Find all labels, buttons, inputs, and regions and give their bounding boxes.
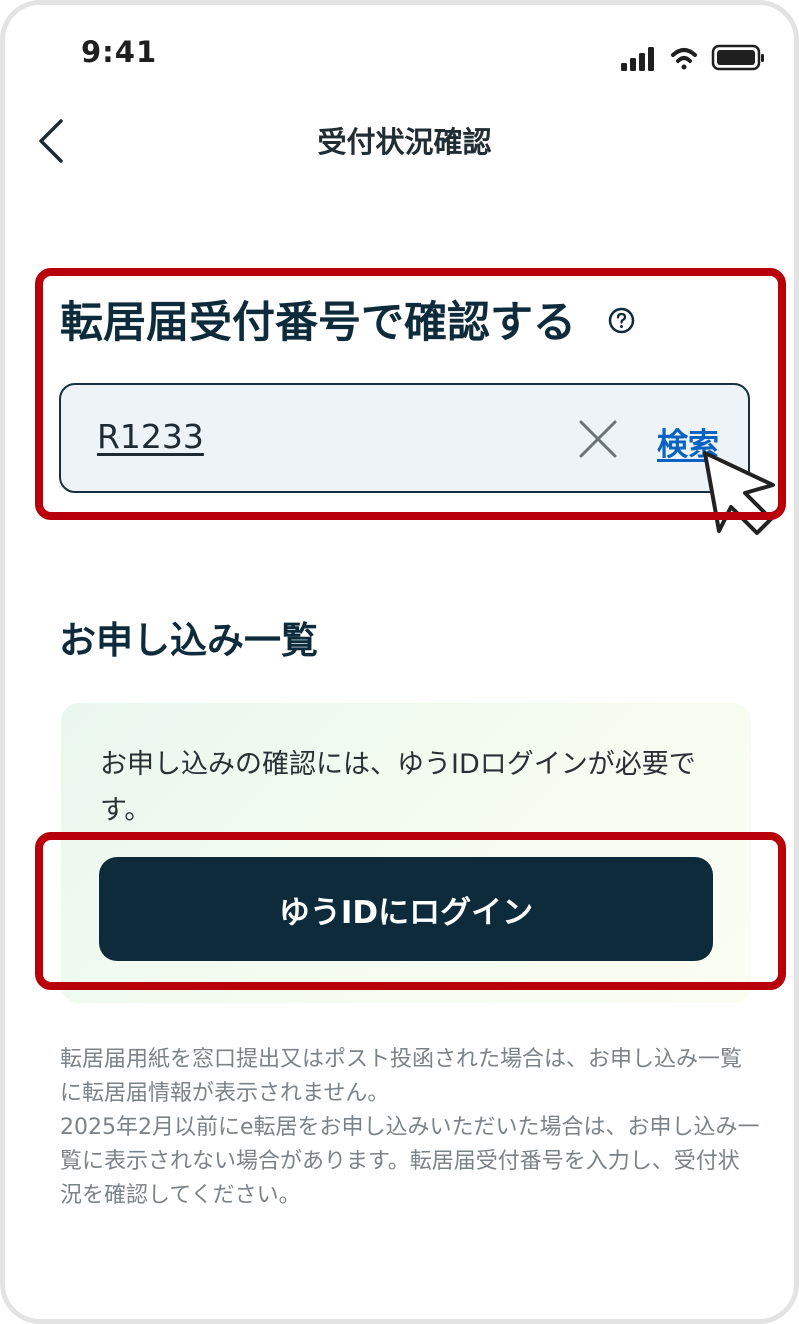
search-highlight-frame: [35, 268, 786, 520]
notes: 転居届用紙を窓口提出又はポスト投函された場合は、お申し込み一覧に転居届情報が表示…: [60, 1043, 760, 1213]
wifi-icon: [671, 48, 697, 70]
list-section-title: お申し込み一覧: [59, 619, 318, 662]
status-time: 9:41: [81, 35, 158, 69]
note-paragraph: 転居届用紙を窓口提出又はポスト投函された場合は、お申し込み一覧に転居届情報が表示…: [60, 1047, 743, 1106]
signal-icon: [621, 47, 654, 71]
battery-icon: [711, 44, 764, 71]
phone-frame: 9:41 受付状況確認 転居届受付番号で確認する R1233 検索 お申し込み一…: [0, 0, 799, 1324]
login-highlight-frame: [35, 832, 786, 990]
status-icons: [621, 44, 764, 71]
note-paragraph: 2025年2月以前にe転居をお申し込みいただいた場合は、お申し込み一覧に表示され…: [60, 1115, 760, 1208]
login-info-text: お申し込みの確認には、ゆうIDログインが必要です。: [100, 749, 696, 826]
page-title: 受付状況確認: [317, 125, 492, 159]
